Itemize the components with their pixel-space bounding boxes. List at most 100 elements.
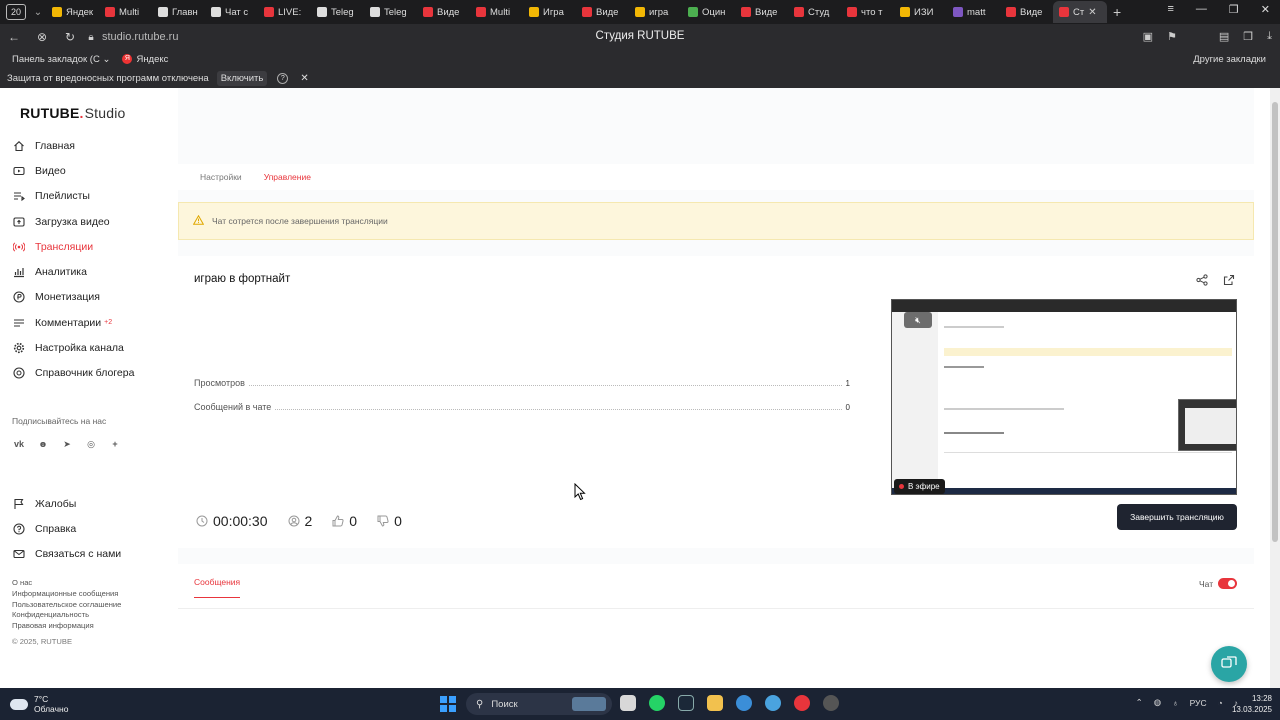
reload-icon[interactable]: ↻ — [56, 30, 84, 44]
lock-icon[interactable]: 🔒︎ — [84, 32, 98, 43]
protect-icon[interactable]: ⊗ — [28, 30, 56, 44]
open-external-icon[interactable] — [1223, 273, 1235, 291]
browser-tab[interactable]: Главн — [152, 1, 205, 23]
download-icon[interactable]: ⤓ — [1267, 30, 1272, 43]
microphone-icon[interactable]: ♁ — [1172, 698, 1178, 708]
network-icon[interactable]: ◍ — [1154, 697, 1161, 708]
sidebar-item-contact[interactable]: Связаться с нами — [13, 542, 163, 567]
whatsapp-icon[interactable] — [649, 695, 665, 711]
wifi-icon[interactable]: ◔ — [1218, 698, 1223, 708]
task-view-icon[interactable] — [620, 695, 636, 711]
browser-tab[interactable]: что т — [841, 1, 894, 23]
mail-icon — [13, 548, 25, 560]
browser-tab[interactable]: Оцин — [682, 1, 735, 23]
browser-tab[interactable]: Виде — [735, 1, 788, 23]
browser-tab[interactable]: ИЗИ — [894, 1, 947, 23]
browser-tab[interactable]: Виде — [576, 1, 629, 23]
sidebar-item-monetization[interactable]: Монетизация — [13, 285, 163, 310]
taskbar-search[interactable]: ⚲ Поиск — [466, 693, 612, 715]
footer-link[interactable]: Правовая информация — [12, 621, 121, 632]
sidebar-item-upload[interactable]: Загрузка видео — [13, 209, 163, 234]
new-tab-icon[interactable]: + — [1113, 4, 1121, 20]
browser-tab[interactable]: Виде — [417, 1, 470, 23]
browser-tab[interactable]: Multi — [99, 1, 152, 23]
footer-link[interactable]: Конфиденциальность — [12, 610, 121, 621]
browser-tab[interactable]: Игра — [523, 1, 576, 23]
footer-link[interactable]: О нас — [12, 578, 121, 589]
tab-counter[interactable]: 20 — [6, 4, 26, 20]
sidebar-item-complaints[interactable]: Жалобы — [13, 491, 163, 516]
tab-settings[interactable]: Настройки — [200, 164, 242, 190]
sidebar-item-comments[interactable]: Комментарии +2 — [13, 310, 163, 335]
sidebar-item-analytics[interactable]: Аналитика — [13, 259, 163, 284]
browser-tab[interactable]: Teleg — [364, 1, 417, 23]
bookmarks-panel-button[interactable]: Панель закладок (С ⌄ — [12, 54, 110, 65]
browser-tab[interactable]: Чат с — [205, 1, 258, 23]
preview-line — [944, 348, 1232, 356]
yandex-browser-icon[interactable] — [794, 695, 810, 711]
steam-icon[interactable] — [678, 695, 694, 711]
browser-tab[interactable]: matt — [947, 1, 1000, 23]
tab-management[interactable]: Управление — [264, 164, 311, 190]
browser-tab[interactable]: игра — [629, 1, 682, 23]
browser-tab[interactable]: LIVE: — [258, 1, 311, 23]
tray-chevron-icon[interactable]: ⌃ — [1136, 697, 1143, 708]
tab-favicon-icon — [105, 7, 115, 17]
obs-icon[interactable] — [823, 695, 839, 711]
windows-start-icon[interactable] — [440, 696, 456, 712]
vpn-icon[interactable] — [736, 695, 752, 711]
sidebar-item-playlists[interactable]: Плейлисты — [13, 184, 163, 209]
browser-tab[interactable]: Яндек — [46, 1, 99, 23]
telegram-icon[interactable]: ➤ — [61, 438, 73, 450]
language-indicator[interactable]: РУС — [1190, 698, 1207, 708]
sidebar-item-home[interactable]: Главная — [13, 133, 163, 158]
back-icon[interactable]: ← — [0, 30, 28, 44]
scrollbar-thumb[interactable] — [1272, 102, 1278, 542]
browser-tab[interactable]: Teleg — [311, 1, 364, 23]
taskbar-clock[interactable]: 13:28 13.03.2025 — [1232, 693, 1272, 715]
page-scrollbar[interactable] — [1270, 88, 1280, 688]
close-window-icon[interactable]: ✕ — [1261, 3, 1270, 16]
share-icon[interactable] — [1196, 273, 1208, 291]
more-socials-icon[interactable]: + — [109, 438, 121, 450]
close-infobar-icon[interactable]: ✕ — [300, 73, 308, 84]
browser-tab[interactable]: Виде — [1000, 1, 1053, 23]
reader-icon[interactable]: ▤ — [1219, 30, 1229, 43]
bookmark-icon[interactable]: ⚑ — [1167, 30, 1177, 43]
url-field[interactable]: studio.rutube.ru — [102, 31, 178, 43]
footer-link[interactable]: Информационные сообщения — [12, 589, 121, 600]
browser-tab[interactable]: Студ — [788, 1, 841, 23]
support-chat-button[interactable] — [1211, 646, 1247, 682]
close-tab-icon[interactable]: ✕ — [1088, 7, 1096, 18]
sidebar-item-help[interactable]: Справка — [13, 516, 163, 541]
tab-messages[interactable]: Сообщения — [194, 564, 241, 598]
maximize-icon[interactable]: ❐ — [1229, 3, 1239, 16]
mute-icon[interactable]: 🔇︎ — [904, 312, 932, 328]
enable-protection-button[interactable]: Включить — [216, 70, 268, 86]
tab-menu-icon[interactable]: ≡ — [1167, 3, 1173, 16]
other-bookmarks-button[interactable]: Другие закладки — [1193, 54, 1266, 65]
sidebar-item-video[interactable]: Видео — [13, 158, 163, 183]
messenger-icon[interactable] — [765, 695, 781, 711]
extensions-icon[interactable]: ▣ — [1143, 30, 1153, 43]
tab-list-chevron-icon[interactable]: ⌄ — [30, 7, 46, 18]
weather-widget[interactable]: 7°C Облачно — [10, 694, 68, 714]
stream-preview[interactable]: 🔇︎ В эфире — [891, 299, 1237, 495]
sidebar-item-streams[interactable]: Трансляции — [13, 234, 163, 259]
end-stream-button[interactable]: Завершить трансляцию — [1117, 504, 1237, 530]
sidebar-item-blogger-guide[interactable]: Справочник блогера — [13, 361, 163, 386]
minimize-icon[interactable]: — — [1196, 3, 1207, 16]
browser-tab-active[interactable]: Ст ✕ — [1053, 1, 1107, 23]
rutube-studio-logo[interactable]: RUTUBE.Studio — [20, 105, 126, 121]
odnoklassniki-icon[interactable]: ꙩ — [37, 438, 49, 450]
file-explorer-icon[interactable] — [707, 695, 723, 711]
viber-icon[interactable]: ◎ — [85, 438, 97, 450]
vk-icon[interactable]: vk — [13, 438, 25, 450]
chat-toggle[interactable] — [1218, 578, 1237, 589]
bookmark-yandex[interactable]: Я Яндекс — [122, 54, 168, 65]
sidebar-item-channel-settings[interactable]: Настройка канала — [13, 335, 163, 360]
collections-icon[interactable]: ❒ — [1243, 30, 1253, 43]
footer-link[interactable]: Пользовательское соглашение — [12, 600, 121, 611]
browser-tab[interactable]: Multi — [470, 1, 523, 23]
help-icon[interactable]: ? — [277, 72, 289, 84]
